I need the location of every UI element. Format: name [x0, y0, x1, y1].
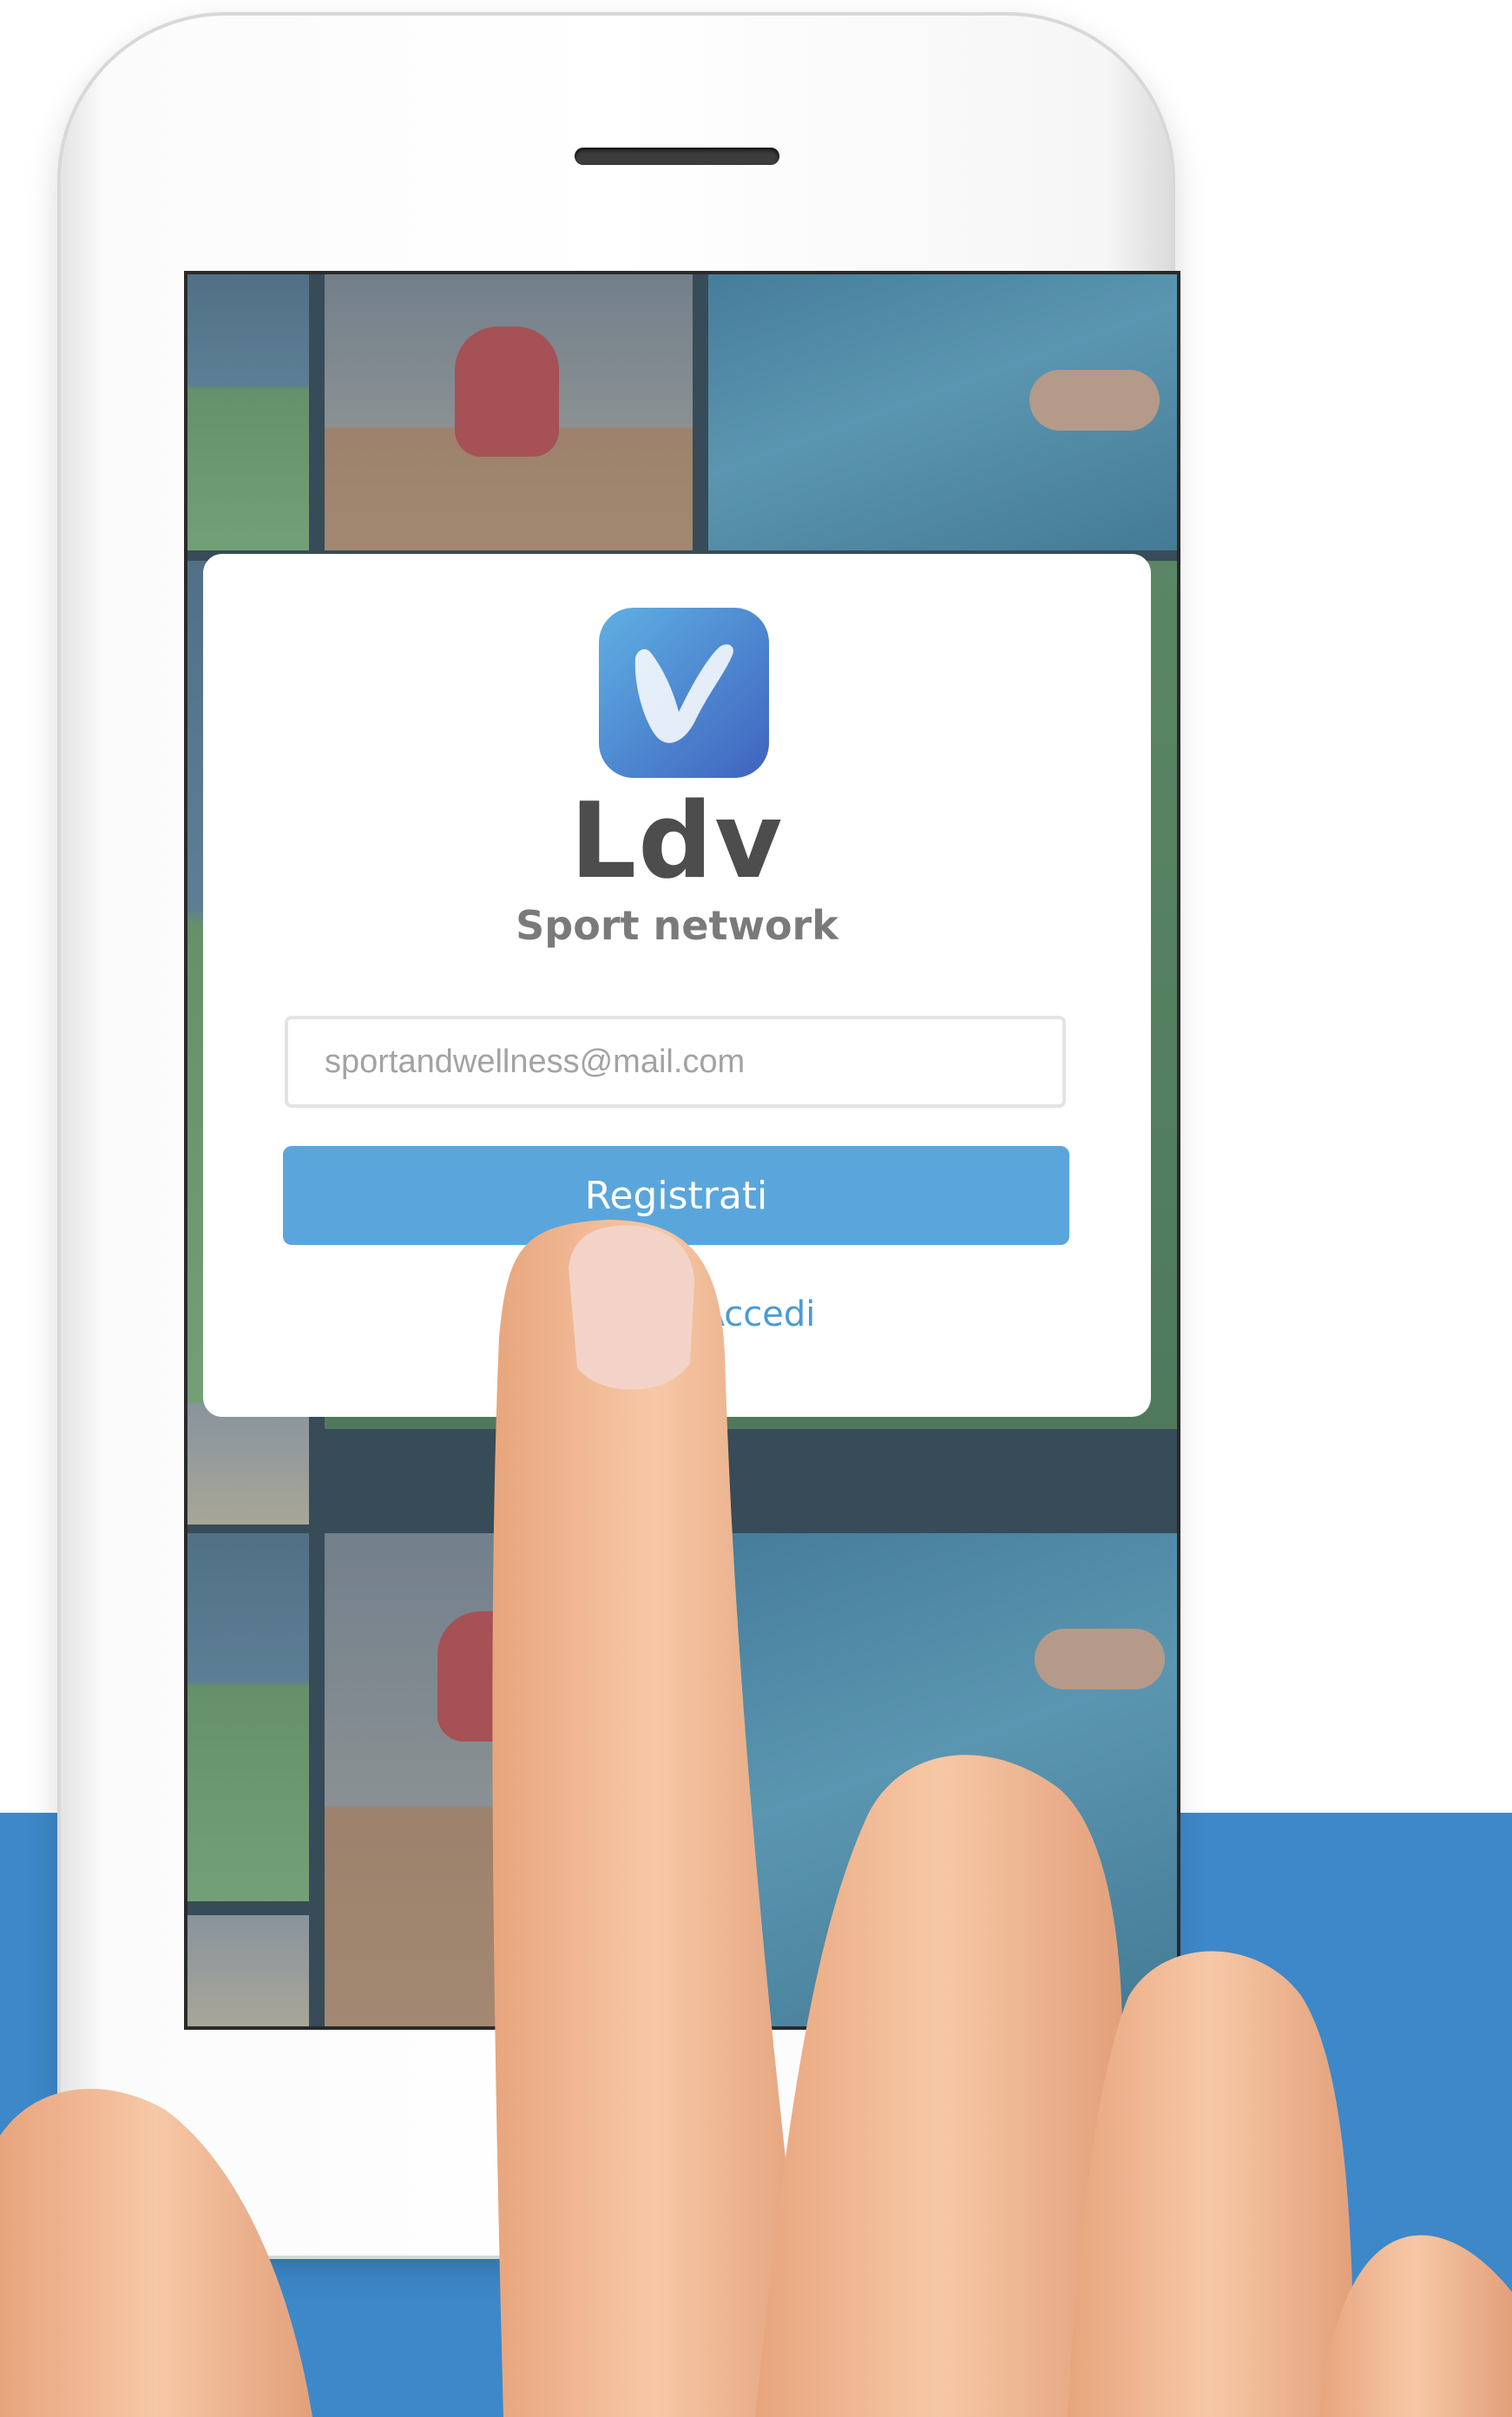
v-logo-icon — [634, 644, 733, 743]
phone-mockup: Ldv Sport network Registrati Sei già u Ac… — [61, 16, 1180, 2256]
login-card: Ldv Sport network Registrati Sei già u Ac… — [203, 554, 1151, 1417]
brand-name: Ldv — [569, 781, 785, 902]
app-logo — [599, 608, 769, 778]
phone-screen: Ldv Sport network Registrati Sei già u Ac… — [184, 271, 1180, 2030]
brand-tagline: Sport network — [516, 902, 838, 949]
login-prompt: Sei già u Accedi — [203, 1290, 1151, 1339]
email-input[interactable] — [285, 1016, 1066, 1108]
phone-speaker — [575, 148, 779, 165]
login-link[interactable]: Accedi — [701, 1294, 816, 1334]
login-prompt-text: Sei già u — [538, 1294, 689, 1334]
promo-scene: Ldv Sport network Registrati Sei già u Ac… — [0, 0, 1512, 2417]
register-button[interactable]: Registrati — [283, 1146, 1069, 1245]
